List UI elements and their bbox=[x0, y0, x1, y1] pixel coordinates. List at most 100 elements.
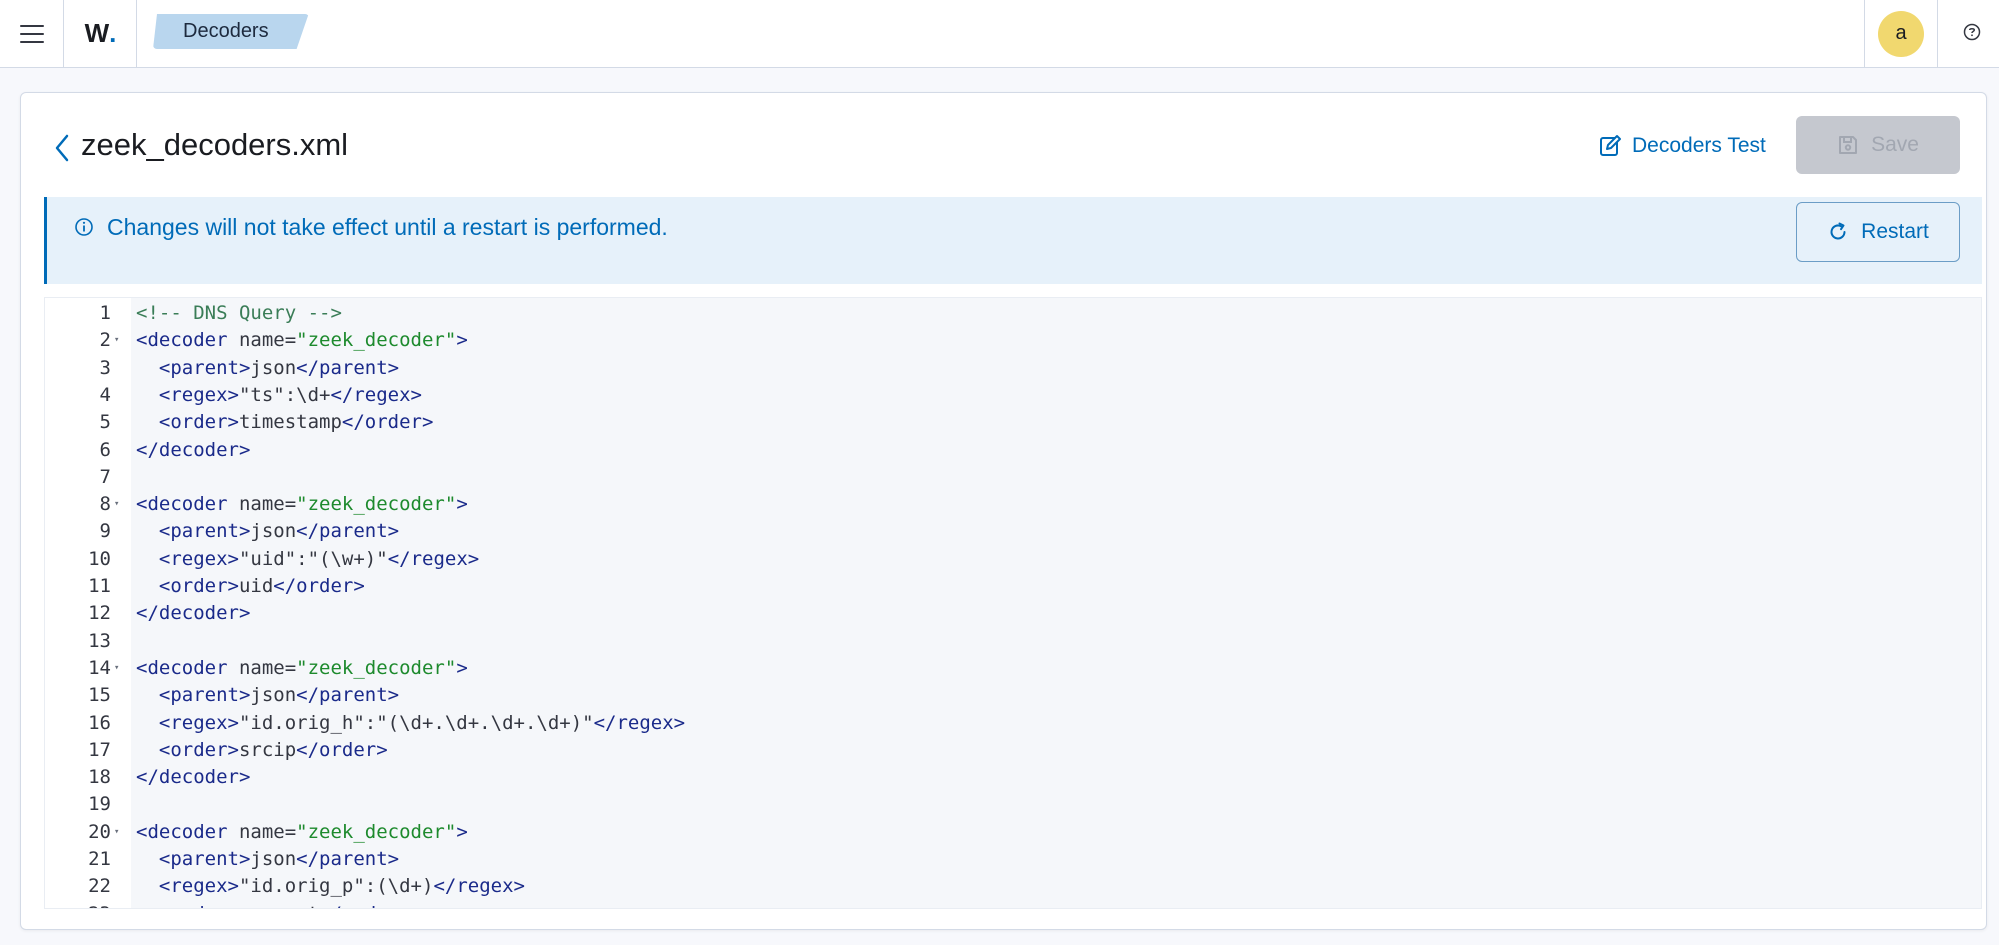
code-line[interactable]: 2 ▾ <decoder name="zeek_decoder"> bbox=[45, 327, 1981, 354]
edit-icon bbox=[1600, 135, 1621, 156]
code-text: </decoder> bbox=[136, 764, 250, 791]
line-number: 23 bbox=[45, 901, 111, 908]
code-text: <regex>"id.orig_h":"(\d+.\d+.\d+.\d+)"</… bbox=[136, 710, 685, 737]
help-icon[interactable] bbox=[1962, 22, 1982, 42]
code-token: uid bbox=[238, 575, 274, 597]
app-logo[interactable]: W. bbox=[65, 0, 137, 67]
chevron-left-icon bbox=[55, 134, 69, 162]
code-line[interactable]: 15 <parent>json</parent> bbox=[45, 682, 1981, 709]
fold-caret-icon[interactable]: ▾ bbox=[114, 819, 124, 846]
code-line[interactable]: 10 <regex>"uid":"(\w+)"</regex> bbox=[45, 546, 1981, 573]
code-token: </regex> bbox=[593, 711, 686, 734]
code-text: <regex>"id.orig_p":(\d+)</regex> bbox=[136, 873, 525, 900]
code-line[interactable]: 11 <order>uid</order> bbox=[45, 573, 1981, 600]
code-line[interactable]: 19 bbox=[45, 791, 1981, 818]
code-line[interactable]: 13 bbox=[45, 628, 1981, 655]
line-number: 21 bbox=[88, 848, 111, 870]
code-token: <order> bbox=[159, 903, 239, 908]
code-text: <parent>json</parent> bbox=[136, 846, 399, 873]
code-line[interactable]: 16 <regex>"id.orig_h":"(\d+.\d+.\d+.\d+)… bbox=[45, 710, 1981, 737]
fold-caret-icon[interactable]: ▾ bbox=[114, 491, 124, 518]
line-number: 4 bbox=[99, 383, 111, 406]
code-text: <regex>"uid":"(\w+)"</regex> bbox=[136, 546, 479, 573]
code-token: "ts":\d+ bbox=[238, 383, 331, 406]
code-text: <order>srcip</order> bbox=[136, 737, 388, 764]
save-button[interactable]: Save bbox=[1796, 116, 1960, 174]
line-number: 7 bbox=[99, 465, 111, 488]
code-line[interactable]: 14 ▾ <decoder name="zeek_decoder"> bbox=[45, 655, 1981, 682]
line-number: 14 bbox=[88, 656, 111, 679]
code-text: </decoder> bbox=[136, 600, 250, 627]
decoders-test-label: Decoders Test bbox=[1632, 134, 1766, 157]
code-token: </order> bbox=[296, 738, 388, 761]
code-line[interactable]: 4 <regex>"ts":\d+</regex> bbox=[45, 382, 1981, 409]
code-token: </parent> bbox=[296, 848, 400, 870]
code-token: </decoder> bbox=[136, 438, 251, 461]
code-line[interactable]: 7 bbox=[45, 464, 1981, 491]
code-line[interactable]: 12 </decoder> bbox=[45, 600, 1981, 627]
restart-button[interactable]: Restart bbox=[1796, 202, 1960, 262]
code-token: srcport bbox=[239, 903, 319, 908]
user-menu: a bbox=[1864, 0, 1938, 67]
code-token: "zeek_decoder" bbox=[296, 656, 457, 679]
line-number: 6 bbox=[99, 438, 111, 461]
code-text: <parent>json</parent> bbox=[136, 518, 399, 545]
code-text: </decoder> bbox=[136, 437, 250, 464]
code-token: </order> bbox=[341, 411, 434, 434]
code-token: name= bbox=[227, 656, 297, 679]
line-number: 16 bbox=[88, 711, 111, 734]
code-line[interactable]: 20 ▾ <decoder name="zeek_decoder"> bbox=[45, 819, 1981, 846]
code-line[interactable]: 6 </decoder> bbox=[45, 437, 1981, 464]
code-token: <decoder bbox=[136, 329, 228, 352]
code-line[interactable]: 18 </decoder> bbox=[45, 764, 1981, 791]
code-line[interactable]: 21 <parent>json</parent> bbox=[45, 846, 1981, 873]
code-token: "zeek_decoder" bbox=[296, 820, 457, 843]
code-line[interactable]: 22 <regex>"id.orig_p":(\d+)</regex> bbox=[45, 873, 1981, 900]
code-token: </parent> bbox=[296, 684, 400, 707]
code-token: <order> bbox=[158, 575, 239, 597]
code-line[interactable]: 17 <order>srcip</order> bbox=[45, 737, 1981, 764]
code-token: <order> bbox=[158, 738, 239, 761]
code-token: </regex> bbox=[433, 875, 525, 898]
breadcrumb-decoders[interactable]: Decoders bbox=[153, 14, 309, 49]
code-line[interactable]: 1 <!-- DNS Query --> bbox=[45, 300, 1981, 327]
code-text: <order>timestamp</order> bbox=[136, 409, 434, 436]
avatar[interactable]: a bbox=[1878, 10, 1924, 57]
code-text: <decoder name="zeek_decoder"> bbox=[136, 491, 468, 518]
code-token: </order> bbox=[319, 903, 411, 908]
code-line[interactable]: 5 <order>timestamp</order> bbox=[45, 409, 1981, 436]
decoders-test-button[interactable]: Decoders Test bbox=[1598, 131, 1766, 161]
line-number: 3 bbox=[99, 356, 111, 379]
back-button[interactable] bbox=[51, 133, 73, 163]
code-line[interactable]: 23 <order>srcport</order> bbox=[45, 901, 1981, 908]
code-line[interactable]: 8 ▾ <decoder name="zeek_decoder"> bbox=[45, 491, 1981, 518]
code-text: <regex>"ts":\d+</regex> bbox=[136, 382, 422, 409]
code-token: </regex> bbox=[330, 383, 422, 406]
code-text: <!-- DNS Query --> bbox=[136, 300, 342, 327]
code-token: json bbox=[250, 356, 297, 379]
restart-label: Restart bbox=[1861, 220, 1929, 243]
fold-caret-icon[interactable]: ▾ bbox=[114, 655, 124, 682]
line-number: 12 bbox=[88, 602, 111, 625]
code-token: <regex> bbox=[158, 383, 239, 406]
save-label: Save bbox=[1871, 133, 1919, 156]
code-token: <decoder bbox=[136, 493, 228, 516]
code-token: </parent> bbox=[296, 356, 400, 379]
code-token: timestamp bbox=[238, 411, 342, 434]
code-line[interactable]: 9 <parent>json</parent> bbox=[45, 518, 1981, 545]
code-token: srcip bbox=[238, 738, 297, 761]
menu-button[interactable] bbox=[0, 0, 64, 67]
save-icon bbox=[1839, 136, 1858, 154]
code-line[interactable]: 3 <parent>json</parent> bbox=[45, 355, 1981, 382]
code-text: <order>uid</order> bbox=[136, 573, 365, 600]
line-number: 10 bbox=[88, 547, 111, 570]
code-text: <decoder name="zeek_decoder"> bbox=[136, 819, 468, 846]
code-editor[interactable]: 1 <!-- DNS Query --> 2 ▾ <decoder name="zeek… bbox=[44, 297, 1982, 909]
restart-callout: Changes will not take effect until a res… bbox=[44, 197, 1982, 284]
logo-text: W bbox=[84, 18, 110, 48]
fold-caret-icon[interactable]: ▾ bbox=[114, 327, 124, 354]
